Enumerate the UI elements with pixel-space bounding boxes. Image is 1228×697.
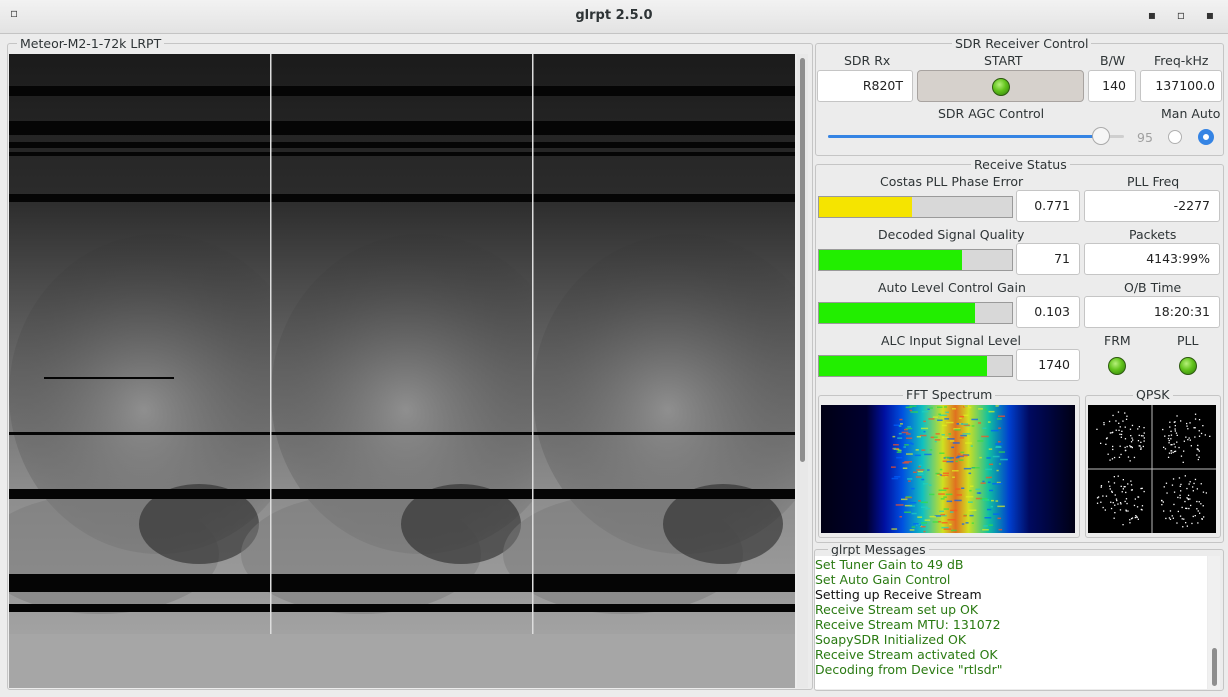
messages-title: glrpt Messages: [828, 543, 929, 557]
signal-quality-value: 71: [1016, 243, 1080, 275]
agc-manual-radio[interactable]: [1168, 130, 1182, 144]
message-line: Receive Stream activated OK: [815, 647, 998, 662]
qpsk-constellation-display: [1088, 405, 1216, 533]
agc-gain-slider[interactable]: [828, 127, 1124, 147]
maximize-icon[interactable]: ▫: [1174, 8, 1188, 22]
agc-slider-handle[interactable]: [1092, 127, 1111, 145]
alc-gain-label: Auto Level Control Gain: [878, 280, 1026, 295]
message-line: Receive Stream MTU: 131072: [815, 617, 1001, 632]
channel-divider: [532, 54, 534, 634]
message-line: Set Auto Gain Control: [815, 572, 951, 587]
alc-input-bar: [818, 355, 1013, 377]
alc-gain-value: 0.103: [1016, 296, 1080, 328]
start-button[interactable]: [917, 70, 1084, 102]
pll-lock-label: PLL: [1177, 333, 1199, 348]
fft-spectrum-label: FFT Spectrum: [903, 388, 996, 402]
start-label: START: [984, 53, 1023, 68]
frequency-label: Freq-kHz: [1154, 53, 1209, 68]
messages-scrollbar-thumb[interactable]: [1212, 648, 1217, 686]
packets-label: Packets: [1129, 227, 1177, 242]
alc-input-label: ALC Input Signal Level: [881, 333, 1021, 348]
signal-quality-label: Decoded Signal Quality: [878, 227, 1025, 242]
pll-lock-indicator-led: [1179, 357, 1197, 375]
messages-log[interactable]: Set Tuner Gain to 49 dB Set Auto Gain Con…: [815, 556, 1207, 689]
lrpt-image-canvas[interactable]: [9, 54, 795, 688]
costas-error-label: Costas PLL Phase Error: [880, 174, 1024, 189]
start-indicator-led: [992, 78, 1010, 96]
signal-quality-bar: [818, 249, 1013, 271]
alc-input-fill: [819, 356, 987, 376]
sdr-rx-field[interactable]: R820T: [817, 70, 913, 102]
message-line: Setting up Receive Stream: [815, 587, 982, 602]
messages-scrollbar[interactable]: [1208, 556, 1220, 689]
minimize-icon[interactable]: ▪: [1145, 8, 1159, 22]
channel-divider: [270, 54, 272, 634]
frm-label: FRM: [1104, 333, 1131, 348]
pll-freq-value: -2277: [1084, 190, 1220, 222]
ob-time-label: O/B Time: [1124, 280, 1182, 295]
alc-gain-fill: [819, 303, 976, 323]
alc-gain-bar: [818, 302, 1013, 324]
signal-quality-fill: [819, 250, 962, 270]
frm-indicator-led: [1108, 357, 1126, 375]
image-scrollbar[interactable]: [797, 54, 808, 688]
packets-value: 4143:99%: [1084, 243, 1220, 275]
message-line: Set Tuner Gain to 49 dB: [815, 557, 964, 572]
lrpt-image-label: Meteor-M2-1-72k LRPT: [17, 37, 165, 51]
agc-control-label: SDR AGC Control: [938, 106, 1045, 121]
agc-slider-fill: [828, 135, 1102, 138]
agc-gain-value: 95: [1137, 130, 1153, 145]
frequency-field[interactable]: 137100.0: [1140, 70, 1222, 102]
sdr-rx-label: SDR Rx: [844, 53, 891, 68]
ob-time-value: 18:20:31: [1084, 296, 1220, 328]
costas-error-fill: [819, 197, 912, 217]
image-scrollbar-thumb[interactable]: [800, 58, 805, 462]
window-title: glrpt 2.5.0: [575, 8, 653, 23]
close-icon[interactable]: ▪: [1203, 8, 1217, 22]
pll-freq-label: PLL Freq: [1127, 174, 1180, 189]
bandwidth-label: B/W: [1100, 53, 1126, 68]
costas-error-bar: [818, 196, 1013, 218]
fft-waterfall-display: [821, 405, 1075, 533]
message-line: Receive Stream set up OK: [815, 602, 979, 617]
message-line: Decoding from Device "rtlsdr": [815, 662, 1003, 677]
title-bar: ▫ glrpt 2.5.0 ▪ ▫ ▪: [0, 0, 1228, 34]
sdr-control-title: SDR Receiver Control: [952, 37, 1092, 51]
bandwidth-field[interactable]: 140: [1088, 70, 1136, 102]
qpsk-label: QPSK: [1133, 388, 1173, 402]
man-auto-label: Man Auto: [1161, 106, 1221, 121]
channel-3-image: [503, 54, 795, 634]
agc-auto-radio[interactable]: [1198, 129, 1214, 145]
message-line: SoapySDR Initialized OK: [815, 632, 967, 647]
receive-status-title: Receive Status: [971, 158, 1070, 172]
alc-input-value: 1740: [1016, 349, 1080, 381]
costas-error-value: 0.771: [1016, 190, 1080, 222]
